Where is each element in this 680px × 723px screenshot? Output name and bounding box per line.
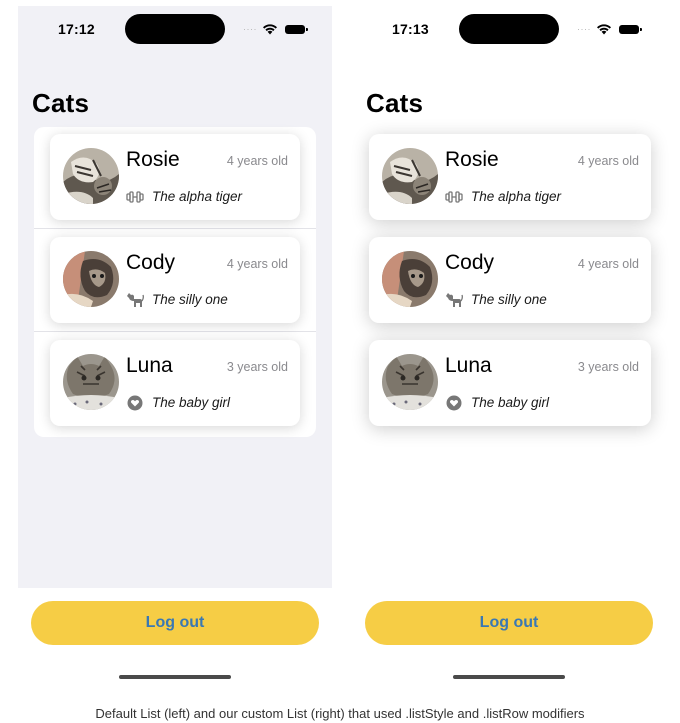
cat-description: The alpha tiger	[152, 189, 243, 204]
wifi-icon	[263, 24, 277, 35]
dumbbell-icon	[445, 189, 463, 205]
cat-age: 4 years old	[577, 154, 639, 168]
home-indicator[interactable]	[453, 675, 565, 679]
cat-icon	[126, 292, 144, 308]
dumbbell-icon	[126, 189, 144, 205]
cat-icon	[445, 292, 463, 308]
heart-circle-icon	[126, 395, 144, 411]
page-title: Cats	[32, 88, 90, 118]
wifi-icon	[597, 24, 611, 35]
dynamic-island	[125, 14, 225, 44]
right-phone-screenshot: 17:13 ···· Cats Rosie 4 years old The al…	[352, 6, 666, 690]
cat-card-luna[interactable]: Luna 3 years old The baby girl	[50, 340, 300, 426]
dynamic-island	[459, 14, 559, 44]
cat-age: 4 years old	[226, 257, 288, 271]
left-phone-screenshot: 17:12 ···· Cats Rosie 4 years old The al…	[18, 6, 332, 690]
heart-circle-icon	[445, 395, 463, 411]
signal-dots-icon: ····	[243, 24, 257, 34]
logout-button[interactable]: Log out	[31, 601, 319, 645]
cat-card-rosie[interactable]: Rosie 4 years old The alpha tiger	[369, 134, 651, 220]
list-separator	[34, 228, 316, 229]
cat-age: 4 years old	[577, 257, 639, 271]
list-separator	[34, 331, 316, 332]
status-bar: 17:13 ····	[352, 6, 666, 50]
figure-caption: Default List (left) and our custom List …	[95, 706, 585, 721]
cat-age: 3 years old	[577, 360, 639, 374]
cat-card-luna[interactable]: Luna 3 years old The baby girl	[369, 340, 651, 426]
cat-avatar-cody	[63, 251, 119, 307]
cat-card-cody[interactable]: Cody 4 years old The silly one	[369, 237, 651, 323]
page-title: Cats	[366, 88, 424, 118]
cat-avatar-luna	[63, 354, 119, 410]
cat-avatar-cody	[382, 251, 438, 307]
cat-description: The baby girl	[471, 395, 550, 410]
cat-avatar-luna	[382, 354, 438, 410]
cat-age: 4 years old	[226, 154, 288, 168]
cat-name: Rosie	[126, 148, 180, 171]
cat-avatar-rosie	[382, 148, 438, 204]
battery-icon	[619, 25, 642, 34]
cat-avatar-rosie	[63, 148, 119, 204]
cat-name: Cody	[126, 251, 176, 274]
cat-description: The silly one	[152, 292, 228, 307]
status-time: 17:13	[392, 21, 429, 37]
cat-description: The silly one	[471, 292, 547, 307]
cat-card-cody[interactable]: Cody 4 years old The silly one	[50, 237, 300, 323]
cat-age: 3 years old	[226, 360, 288, 374]
logout-button[interactable]: Log out	[365, 601, 653, 645]
battery-icon	[285, 25, 308, 34]
cat-name: Rosie	[445, 148, 499, 171]
cat-card-rosie[interactable]: Rosie 4 years old The alpha tiger	[50, 134, 300, 220]
cat-description: The baby girl	[152, 395, 231, 410]
status-time: 17:12	[58, 21, 95, 37]
cat-description: The alpha tiger	[471, 189, 562, 204]
cat-name: Luna	[126, 354, 173, 377]
status-bar: 17:12 ····	[18, 6, 332, 50]
cat-name: Luna	[445, 354, 492, 377]
cat-name: Cody	[445, 251, 495, 274]
home-indicator[interactable]	[119, 675, 231, 679]
signal-dots-icon: ····	[577, 24, 591, 34]
